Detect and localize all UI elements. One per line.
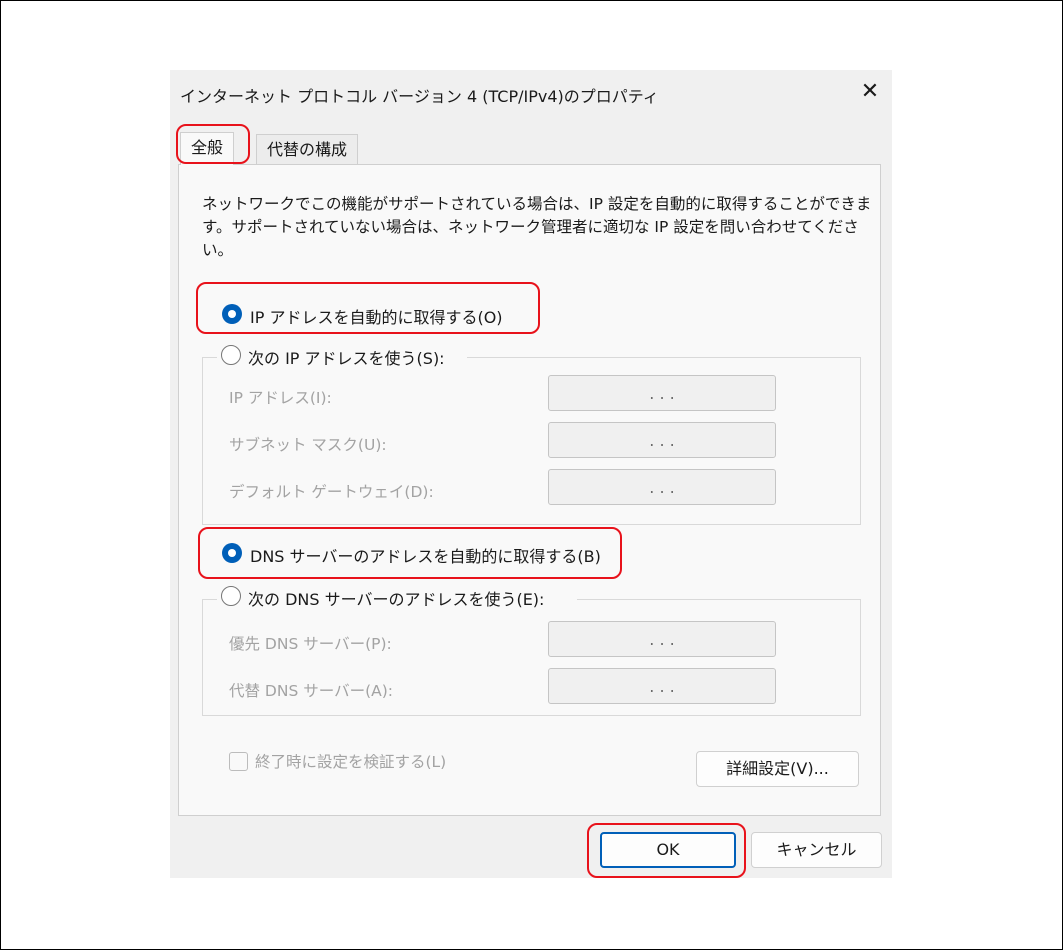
ip-auto-label[interactable]: IP アドレスを自動的に取得する(O) — [250, 304, 503, 328]
title-bar: インターネット プロトコル バージョン 4 (TCP/IPv4)のプロパティ ✕ — [170, 70, 892, 116]
ip-address-label: IP アドレス(I): — [229, 389, 332, 407]
subnet-mask-label: サブネット マスク(U): — [229, 436, 387, 454]
subnet-mask-input[interactable]: . . . — [548, 422, 776, 458]
description-text: ネットワークでこの機能がサポートされている場合は、IP 設定を自動的に取得するこ… — [202, 195, 872, 259]
tab-alternate-configuration[interactable]: 代替の構成 — [256, 134, 359, 164]
window-title: インターネット プロトコル バージョン 4 (TCP/IPv4)のプロパティ — [180, 87, 659, 106]
validate-on-exit-label[interactable]: 終了時に設定を検証する(L) — [255, 750, 446, 772]
preferred-dns-label: 優先 DNS サーバー(P): — [229, 635, 392, 653]
cancel-button[interactable]: キャンセル — [751, 832, 882, 868]
alternate-dns-label: 代替 DNS サーバー(A): — [229, 682, 393, 700]
ip-auto-radio[interactable] — [222, 304, 242, 324]
dns-auto-radio[interactable] — [222, 543, 242, 563]
alternate-dns-input[interactable]: . . . — [548, 668, 776, 704]
ip-address-input[interactable]: . . . — [548, 375, 776, 411]
dns-manual-radio[interactable] — [221, 586, 241, 606]
tab-general[interactable]: 全般 — [180, 132, 235, 165]
advanced-settings-button[interactable]: 詳細設定(V)... — [696, 751, 859, 787]
ip-manual-radio[interactable] — [221, 345, 241, 365]
default-gateway-input[interactable]: . . . — [548, 469, 776, 505]
preferred-dns-input[interactable]: . . . — [548, 621, 776, 657]
tcpip-properties-dialog: インターネット プロトコル バージョン 4 (TCP/IPv4)のプロパティ ✕… — [170, 70, 892, 878]
close-icon[interactable]: ✕ — [856, 78, 884, 106]
default-gateway-label: デフォルト ゲートウェイ(D): — [229, 483, 434, 501]
ip-manual-label[interactable]: 次の IP アドレスを使う(S): — [248, 345, 445, 369]
dns-manual-label[interactable]: 次の DNS サーバーのアドレスを使う(E): — [248, 586, 544, 610]
dns-auto-label[interactable]: DNS サーバーのアドレスを自動的に取得する(B) — [250, 543, 601, 567]
general-tab-panel: ネットワークでこの機能がサポートされている場合は、IP 設定を自動的に取得するこ… — [178, 164, 881, 816]
ok-button[interactable]: OK — [600, 832, 736, 868]
validate-on-exit-checkbox[interactable] — [229, 752, 248, 771]
